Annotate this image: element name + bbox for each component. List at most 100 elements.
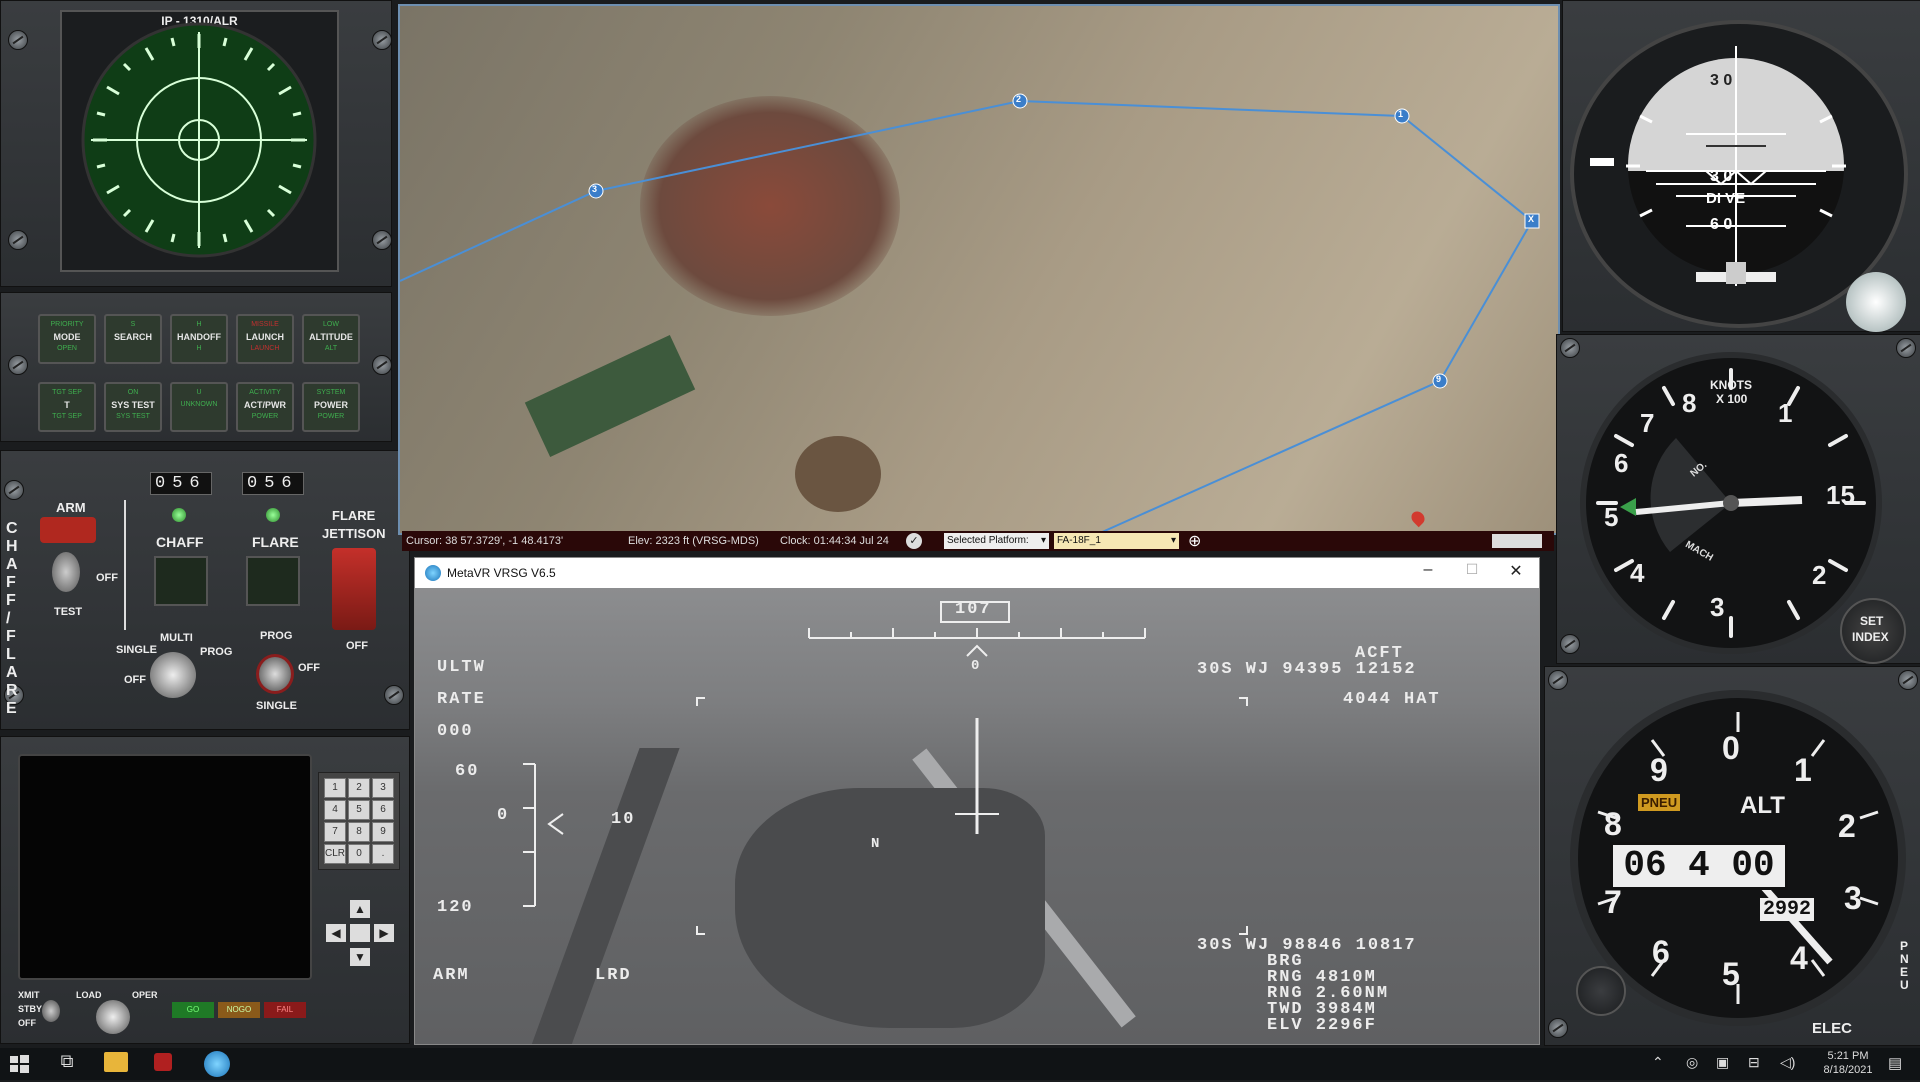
hud-rate-label: RATE [437, 690, 486, 709]
arrow-left-button[interactable]: ◀ [326, 924, 346, 942]
flare-jettison-switch[interactable] [332, 548, 376, 630]
windows-start-icon[interactable] [6, 1051, 32, 1077]
selected-platform-dropdown[interactable]: Selected Platform: ▾ [944, 533, 1049, 549]
mode-button[interactable]: ON SYS TEST SYS TEST [104, 382, 162, 432]
hud-speed: 10 [611, 810, 636, 829]
route-overlay [400, 93, 1540, 533]
map-view[interactable]: 1 2 3 9 X [398, 4, 1560, 535]
altimeter-num-0: 0 [1722, 730, 1740, 766]
mode-button[interactable]: PRIORITY MODE OPEN [38, 314, 96, 364]
mode-button-top-label: U [196, 389, 202, 396]
mode-button-label: HANDOFF [177, 332, 221, 342]
arm-off-label: OFF [96, 572, 118, 584]
keypad-key[interactable]: CLR [324, 844, 346, 864]
mode-button[interactable]: S SEARCH [104, 314, 162, 364]
off-label-4: OFF [18, 1018, 36, 1028]
altimeter-alt-label: ALT [1740, 792, 1785, 819]
keypad-key[interactable]: . [372, 844, 394, 864]
baro-setting: 2992 [1760, 898, 1815, 921]
mode-button[interactable]: U UNKNOWN [170, 382, 228, 432]
waypoint-3-label[interactable]: 3 [592, 184, 597, 194]
arm-guard-cover[interactable] [40, 517, 96, 543]
chaff-mode-knob[interactable] [150, 652, 196, 698]
file-explorer-icon[interactable] [104, 1052, 128, 1072]
taskbar-time[interactable]: 5:21 PM [1818, 1050, 1878, 1062]
chaff-label: CHAFF [156, 534, 204, 550]
tray-chevron-icon[interactable]: ⌃ [1652, 1054, 1664, 1071]
chevron-down-icon: ▾ [1170, 535, 1176, 546]
screw-icon [384, 685, 404, 705]
waypoint-x-label[interactable]: X [1528, 214, 1534, 224]
keypad-key[interactable]: 5 [348, 800, 370, 820]
chaff-counter: 056 [150, 472, 212, 495]
rwr-bezel: IP - 1310/ALR [60, 10, 339, 272]
arrow-center-button[interactable] [350, 924, 370, 942]
xmit-switch[interactable] [42, 1000, 60, 1022]
hud-scale-zero: 0 [971, 658, 982, 674]
map-input-box[interactable] [1492, 534, 1542, 548]
tray-app-icon[interactable]: ◎ [1686, 1054, 1698, 1071]
hud-view[interactable]: 107 0 ULTW RATE 000 60 0 120 10 N ACFT 3… [415, 588, 1539, 1044]
keypad-key[interactable]: 2 [348, 778, 370, 798]
keypad-key[interactable]: 4 [324, 800, 346, 820]
platform-select[interactable]: FA-18F_1 ▾ [1054, 533, 1179, 549]
mode-button[interactable]: MISSILE LAUNCH LAUNCH [236, 314, 294, 364]
set-index-knob[interactable]: SET INDEX [1840, 598, 1906, 664]
arm-label: ARM [56, 500, 86, 515]
arrow-right-button[interactable]: ▶ [374, 924, 394, 942]
flare-counter: 056 [242, 472, 304, 495]
arrow-up-button[interactable]: ▲ [350, 900, 370, 918]
jettison-off-label: OFF [346, 640, 368, 652]
altimeter-num-9: 9 [1650, 752, 1668, 788]
waypoint-9-label[interactable]: 9 [1436, 374, 1441, 384]
keypad-key[interactable]: 9 [372, 822, 394, 842]
screw-icon [1548, 1018, 1568, 1038]
volume-icon[interactable]: ◁) [1780, 1054, 1795, 1071]
mode-button-top-label: H [196, 321, 202, 328]
mode-button-label: SYS TEST [111, 400, 155, 410]
tray-security-icon[interactable]: ▣ [1716, 1054, 1729, 1071]
adi-pitch-top: 3 0 [1710, 72, 1733, 89]
waypoint-1-label[interactable]: 1 [1398, 109, 1403, 119]
waypoint-2-label[interactable]: 2 [1016, 94, 1021, 104]
adi-adjust-knob[interactable] [1846, 272, 1906, 332]
mode-button-bottom-label: SYS TEST [116, 413, 150, 420]
close-button[interactable]: ✕ [1501, 561, 1531, 585]
minimize-button[interactable]: – [1413, 561, 1443, 585]
arm-toggle-switch[interactable] [52, 552, 80, 592]
vrsg-taskbar-icon[interactable] [204, 1051, 230, 1077]
vrsg-window-title: MetaVR VRSG V6.5 [447, 566, 556, 580]
elec-label: ELEC [1812, 1020, 1853, 1037]
airspeed-num-6: 6 [1614, 448, 1629, 478]
keypad-key[interactable]: 6 [372, 800, 394, 820]
hud-elv: ELV 2296F [1267, 1016, 1377, 1035]
task-view-icon[interactable]: ⧉ [54, 1051, 80, 1077]
arrow-down-button[interactable]: ▼ [350, 948, 370, 966]
load-oper-knob[interactable] [96, 1000, 130, 1034]
mode-button[interactable]: SYSTEM POWER POWER [302, 382, 360, 432]
mode-button-top-label: MISSILE [251, 321, 279, 328]
check-icon[interactable]: ✓ [906, 533, 922, 549]
airspeed-num-2: 2 [1812, 560, 1827, 590]
network-icon[interactable]: ⊟ [1748, 1054, 1760, 1071]
mode-button-top-label: ACTIVITY [249, 389, 281, 396]
keypad-key[interactable]: 8 [348, 822, 370, 842]
crosshair-icon[interactable]: ⊕ [1188, 531, 1201, 551]
keypad-key[interactable]: 7 [324, 822, 346, 842]
mode-button[interactable]: LOW ALTITUDE ALT [302, 314, 360, 364]
screw-icon [1560, 338, 1580, 358]
keypad-key[interactable]: 0 [348, 844, 370, 864]
keypad-key[interactable]: 3 [372, 778, 394, 798]
keypad-key[interactable]: 1 [324, 778, 346, 798]
mode-button[interactable]: TGT SEP T TGT SEP [38, 382, 96, 432]
baro-knob[interactable] [1576, 966, 1626, 1016]
maximize-button[interactable]: ☐ [1457, 561, 1487, 585]
mode-button-bottom-label: POWER [317, 413, 345, 420]
mode-button[interactable]: H HANDOFF H [170, 314, 228, 364]
airspeed-knots-label: KNOTS [1710, 378, 1752, 392]
flare-mode-switch[interactable] [256, 654, 294, 694]
notification-icon[interactable]: ▤ [1888, 1054, 1902, 1072]
mode-button[interactable]: ACTIVITY ACT/PWR POWER [236, 382, 294, 432]
taskbar-date[interactable]: 8/18/2021 [1818, 1064, 1878, 1076]
app-red-icon[interactable] [154, 1053, 172, 1071]
